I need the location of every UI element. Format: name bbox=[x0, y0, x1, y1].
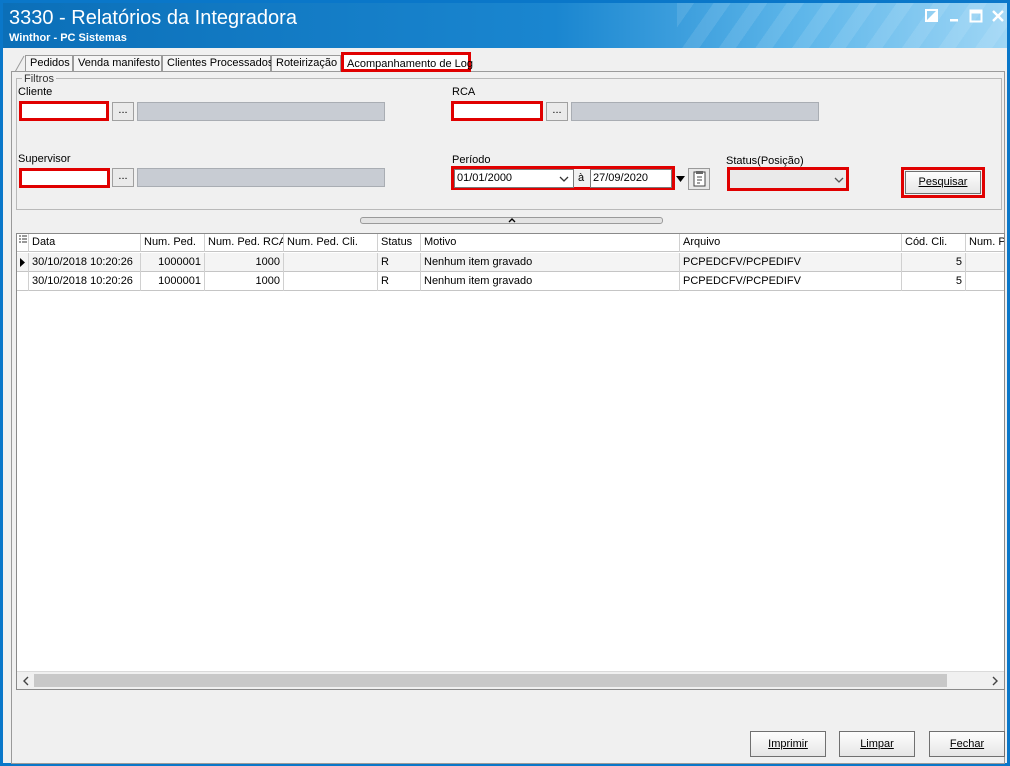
column-header-num-ped-rca[interactable]: Num. Ped. RCA bbox=[205, 234, 284, 252]
filters-group: Filtros Cliente ... RCA ... Supervisor .… bbox=[16, 73, 1002, 210]
minimize-icon[interactable] bbox=[946, 8, 962, 24]
rca-input[interactable] bbox=[451, 101, 543, 121]
table-row[interactable]: 30/10/2018 10:20:26 1000001 1000 R Nenhu… bbox=[17, 272, 1004, 291]
supervisor-label: Supervisor bbox=[18, 153, 71, 165]
tab-venda-manifesto[interactable]: Venda manifesto bbox=[73, 55, 162, 72]
scroll-right-icon[interactable] bbox=[989, 675, 1001, 687]
horizontal-scrollbar[interactable] bbox=[17, 671, 1004, 689]
cliente-input[interactable] bbox=[19, 101, 109, 121]
date-from-input[interactable]: 01/01/2000 bbox=[454, 169, 574, 188]
rca-lookup-button[interactable]: ... bbox=[546, 102, 568, 121]
scroll-left-icon[interactable] bbox=[20, 675, 32, 687]
rca-description-field bbox=[571, 102, 819, 121]
tab-panel: Filtros Cliente ... RCA ... Supervisor .… bbox=[11, 72, 1005, 764]
fechar-button[interactable]: Fechar bbox=[929, 731, 1005, 757]
grid-header: Data Num. Ped. Num. Ped. RCA Num. Ped. C… bbox=[17, 234, 1004, 252]
limpar-button[interactable]: Limpar bbox=[839, 731, 915, 757]
column-header-data[interactable]: Data bbox=[29, 234, 141, 252]
window-subtitle: Winthor - PC Sistemas bbox=[9, 32, 127, 44]
rca-label: RCA bbox=[452, 86, 476, 98]
row-indicator-icon bbox=[17, 253, 29, 272]
tab-pedidos[interactable]: Pedidos bbox=[25, 55, 73, 72]
supervisor-lookup-button[interactable]: ... bbox=[112, 168, 134, 187]
imprimir-button[interactable]: Imprimir bbox=[750, 731, 826, 757]
status-chevron-down-icon bbox=[834, 177, 844, 183]
date-to-input[interactable]: 27/09/2020 bbox=[590, 169, 672, 188]
restore-icon[interactable] bbox=[924, 8, 940, 24]
scrollbar-thumb[interactable] bbox=[34, 674, 947, 687]
column-header-arquivo[interactable]: Arquivo bbox=[680, 234, 902, 252]
status-select[interactable] bbox=[727, 167, 849, 191]
log-grid: Data Num. Ped. Num. Ped. RCA Num. Ped. C… bbox=[16, 233, 1005, 690]
application-window: 3330 - Relatórios da Integradora Winthor… bbox=[0, 0, 1010, 766]
tab-strip: Pedidos Venda manifesto Clientes Process… bbox=[11, 52, 1005, 72]
column-header-status[interactable]: Status bbox=[378, 234, 421, 252]
calendar-icon bbox=[693, 171, 706, 187]
column-chooser-icon[interactable] bbox=[17, 234, 29, 252]
title-bar: 3330 - Relatórios da Integradora Winthor… bbox=[3, 3, 1007, 48]
date-separator: à bbox=[578, 172, 585, 184]
cliente-description-field bbox=[137, 102, 385, 121]
table-row[interactable]: 30/10/2018 10:20:26 1000001 1000 R Nenhu… bbox=[17, 253, 1004, 272]
supervisor-input[interactable] bbox=[19, 168, 110, 188]
cliente-label: Cliente bbox=[18, 86, 53, 98]
column-header-num-ped-cli[interactable]: Num. Ped. Cli. bbox=[284, 234, 378, 252]
date-to-dropdown-icon[interactable] bbox=[676, 176, 685, 182]
supervisor-description-field bbox=[137, 168, 385, 187]
column-header-motivo[interactable]: Motivo bbox=[421, 234, 680, 252]
maximize-icon[interactable] bbox=[968, 8, 984, 24]
calendar-button[interactable] bbox=[688, 168, 710, 190]
column-header-num-p[interactable]: Num. P bbox=[966, 234, 1004, 252]
column-header-num-ped[interactable]: Num. Ped. bbox=[141, 234, 205, 252]
tab-acompanhamento-de-log[interactable]: Acompanhamento de Log bbox=[341, 52, 473, 72]
periodo-label: Período bbox=[452, 154, 491, 166]
chevron-up-icon bbox=[508, 218, 516, 223]
date-from-chevron-down-icon[interactable] bbox=[559, 174, 569, 184]
panel-splitter[interactable] bbox=[360, 217, 663, 224]
filters-group-title: Filtros bbox=[22, 73, 56, 85]
cliente-lookup-button[interactable]: ... bbox=[112, 102, 134, 121]
column-header-cod-cli[interactable]: Cód. Cli. bbox=[902, 234, 966, 252]
tab-roteirizacao[interactable]: Roteirização bbox=[271, 55, 341, 72]
window-title: 3330 - Relatórios da Integradora bbox=[9, 7, 297, 29]
pesquisar-button[interactable]: Pesquisar bbox=[905, 171, 981, 194]
status-label: Status(Posição) bbox=[726, 155, 804, 167]
tab-clientes-processados[interactable]: Clientes Processados bbox=[162, 55, 273, 72]
close-icon[interactable] bbox=[990, 8, 1006, 24]
